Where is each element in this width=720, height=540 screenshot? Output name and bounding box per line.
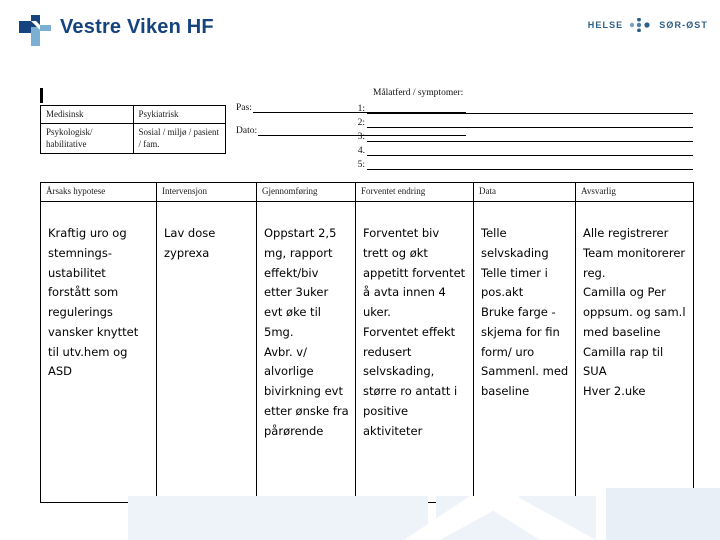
avsvarlig-text-5: Hver 2.uke <box>583 384 646 399</box>
partner-logo: HELSE SØR-ØST <box>587 17 708 33</box>
goal-line-2: 2: <box>349 114 693 128</box>
table-row: Medisinsk Psykiatrisk <box>40 104 226 125</box>
goal-number-2: 2: <box>357 118 365 128</box>
domain-cell-sosial: Sosial / miljø / pasient / fam. <box>132 123 226 154</box>
partner-logo-right-text: SØR-ØST <box>659 20 708 30</box>
gjennomforing-text-2: Avbr. v/ alvorlige bivirkning evt etter … <box>264 344 349 438</box>
column-header-data: Data <box>473 182 576 202</box>
domain-cell-psykiatrisk: Psykiatrisk <box>132 104 226 125</box>
partner-logo-left-text: HELSE <box>587 20 624 30</box>
arsaks-hypotese-text: Kraftig uro og stemnings-ustabilitet for… <box>48 226 139 379</box>
forventet-endring-text-2: Forventet effekt redusert selvskading, s… <box>363 324 458 438</box>
treatment-plan-table: Årsaks hypotese Intervensjon Gjennomføri… <box>40 182 694 503</box>
column-header-avsvarlig: Avsvarlig <box>575 182 694 202</box>
table-row: Kraftig uro og stemnings-ustabilitet for… <box>40 201 694 503</box>
avsvarlig-text-3: Camilla og Per oppsum. og sam.l med base… <box>583 285 686 339</box>
domain-table: Medisinsk Psykiatrisk Psykologisk/ habil… <box>40 104 226 154</box>
table-row: Psykologisk/ habilitative Sosial / miljø… <box>40 123 226 154</box>
domain-cell-medisinsk: Medisinsk <box>40 104 134 125</box>
goal-section: Målatferd / symptomer: 1: 2: 3: 4. 5: <box>349 88 693 170</box>
form-sheet: Medisinsk Psykiatrisk Psykologisk/ habil… <box>31 86 694 503</box>
data-text-1: Telle selvskading <box>481 226 549 260</box>
sheet-tick-mark <box>40 88 43 103</box>
avsvarlig-text-2: Team monitorerer reg. <box>583 245 686 280</box>
domain-cell-psykologisk: Psykologisk/ habilitative <box>40 123 134 154</box>
goal-field-1[interactable] <box>367 102 693 114</box>
gjennomforing-text-1: Oppstart 2,5 mg, rapport effekt/biv ette… <box>264 226 337 339</box>
cell-arsaks-hypotese: Kraftig uro og stemnings-ustabilitet for… <box>40 201 157 503</box>
column-header-intervensjon: Intervensjon <box>156 182 257 202</box>
plan-table-header-row: Årsaks hypotese Intervensjon Gjennomføri… <box>40 182 694 202</box>
goal-field-5[interactable] <box>367 158 693 170</box>
intervensjon-text: Lav dose zyprexa <box>164 226 216 260</box>
goal-line-1: 1: <box>349 100 693 114</box>
column-header-gjennomforing: Gjennomføring <box>256 182 356 202</box>
avsvarlig-text-4: Camilla rap til SUA <box>583 344 664 379</box>
brand-title: Vestre Viken HF <box>60 16 214 38</box>
forventet-endring-text-1: Forventet biv trett og økt appetitt forv… <box>363 226 466 320</box>
goal-number-1: 1: <box>357 104 365 114</box>
three-dots-icon <box>628 17 654 33</box>
goal-line-4: 4. <box>349 142 693 156</box>
column-header-arsaks-hypotese: Årsaks hypotese <box>40 182 157 202</box>
goal-line-5: 5: <box>349 156 693 170</box>
cross-logo-icon <box>18 13 52 47</box>
goal-number-4: 4. <box>357 146 365 156</box>
data-text-2: Telle timer i pos.akt <box>481 265 548 300</box>
date-label: Dato: <box>236 126 258 136</box>
goal-section-title: Målatferd / symptomer: <box>373 88 464 98</box>
goal-line-3: 3: <box>349 128 693 142</box>
data-text-4: Sammenl. med baseline <box>481 364 569 399</box>
patient-label: Pas: <box>236 103 252 113</box>
cell-avsvarlig: Alle registrerer Team monitorerer reg. C… <box>575 201 694 503</box>
cell-gjennomforing: Oppstart 2,5 mg, rapport effekt/biv ette… <box>256 201 356 503</box>
cell-data: Telle selvskading Telle timer i pos.akt … <box>473 201 576 503</box>
goal-field-3[interactable] <box>367 130 693 142</box>
goal-field-4[interactable] <box>367 144 693 156</box>
avsvarlig-text-1: Alle registrerer <box>583 226 669 240</box>
goal-number-5: 5: <box>357 160 365 170</box>
column-header-forventet-endring: Forventet endring <box>355 182 474 202</box>
page-header: Vestre Viken HF HELSE SØR-ØST <box>0 0 720 62</box>
goal-number-3: 3: <box>357 132 365 142</box>
data-text-3: Bruke farge -skjema for fin form/ uro <box>481 305 560 359</box>
cell-intervensjon: Lav dose zyprexa <box>156 201 257 503</box>
cell-forventet-endring: Forventet biv trett og økt appetitt forv… <box>355 201 474 503</box>
goal-field-2[interactable] <box>367 116 693 128</box>
